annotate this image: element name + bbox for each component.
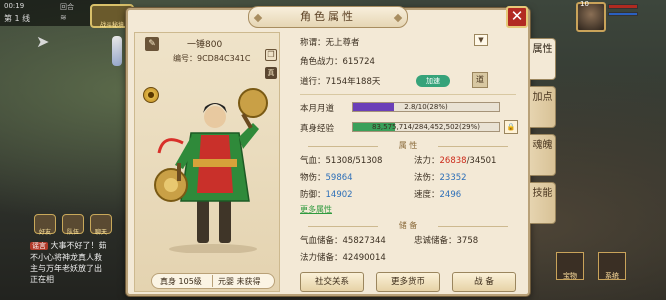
social-relations-button[interactable]: 社交关系: [300, 272, 364, 292]
def-row: 防御：14902: [300, 188, 353, 200]
monthly-progress-fill: [353, 103, 394, 111]
realm-level-bar: 真身 105级 元婴 未获得: [151, 273, 275, 289]
mp-row: 法力：26838/34501: [414, 154, 496, 166]
level-divider: [212, 275, 213, 287]
chat-line: 不小心将神龙真人救: [30, 253, 102, 262]
flag-pin-icon: [112, 36, 122, 66]
title-label: 称谓：: [300, 38, 326, 48]
chat-log[interactable]: 谣言 大事不好了！茹 不小心将神龙真人救 主与万年老妖放了出 正在相: [30, 240, 130, 285]
round-text: 回合: [60, 3, 74, 11]
copy-icon[interactable]: ❐: [265, 49, 277, 61]
friends-button[interactable]: 好友: [34, 214, 56, 236]
close-icon[interactable]: ✕: [506, 6, 528, 28]
player-level: 10: [580, 0, 589, 8]
hp-reserve-value: 45827344: [342, 236, 386, 246]
character-id: 编号：9CD84C341C: [173, 53, 250, 64]
power-row: 角色战力：615724: [300, 55, 375, 67]
chat-toolbar: 好友 队伍 聊天: [34, 214, 112, 236]
phys-atk-row: 物伤：59864: [300, 171, 353, 183]
chat-line: 大事不好了！茹: [50, 241, 107, 250]
wifi-icon: ≋: [60, 13, 67, 22]
expand-arrow-icon[interactable]: ➤: [36, 32, 49, 51]
hp-row: 气血：51308/51308: [300, 154, 382, 166]
power-label: 角色战力：: [300, 57, 343, 67]
title-value: 无上尊者: [325, 38, 360, 48]
hp-reserve-label: 气血储备：: [300, 236, 343, 246]
phys-atk-value: 59864: [325, 173, 353, 183]
tab-soul[interactable]: 魂魄: [530, 134, 556, 176]
daoxing-speedup-badge[interactable]: 加速: [416, 75, 450, 87]
id-label: 编号：: [173, 54, 197, 63]
lock-icon[interactable]: 🔒: [504, 120, 518, 134]
mp-label: 法力：: [414, 156, 440, 166]
divider: [300, 94, 516, 95]
def-value: 14902: [325, 190, 353, 200]
tab-skills[interactable]: 技能: [530, 182, 556, 224]
system-button[interactable]: 系统: [598, 252, 626, 280]
character-hero-figure: [154, 88, 268, 253]
exp-progress-text: 83,575,714/284,452,502(29%): [372, 123, 480, 131]
rumor-tag: 谣言: [30, 242, 48, 250]
def-label: 防御：: [300, 190, 326, 200]
title-dropdown-icon[interactable]: ▼: [474, 34, 488, 46]
attribute-section-title: 属 性: [292, 140, 524, 152]
mag-atk-label: 法伤：: [414, 173, 440, 183]
character-attributes-panel: 角色属性 ✎ 一锤800 编号：9CD84C341C ❐ 真 ● 真身 105级…: [126, 6, 530, 296]
player-hp-bar: [608, 4, 638, 9]
loyalty-reserve-row: 忠诚储备：3758: [414, 234, 478, 246]
mag-atk-value: 23352: [439, 173, 467, 183]
character-name: 一锤800: [187, 40, 223, 50]
more-attributes-link[interactable]: 更多属性: [300, 204, 332, 215]
title-row: 称谓：无上尊者: [300, 36, 360, 48]
monthly-progress-bar: 2.8/10(28%): [352, 102, 500, 112]
daoxing-row: 道行：7154年188天: [300, 75, 380, 87]
edit-name-button[interactable]: ✎: [145, 37, 159, 51]
panel-title: 角色属性: [248, 6, 408, 28]
phys-atk-label: 物伤：: [300, 173, 326, 183]
chat-line: 主与万年老妖放了出: [30, 264, 102, 273]
treasure-button[interactable]: 宝物: [556, 252, 584, 280]
player-mp-bar: [608, 12, 638, 16]
team-button[interactable]: 队伍: [62, 214, 84, 236]
mp-max-value: /34501: [466, 156, 497, 166]
more-currency-button[interactable]: 更多货币: [376, 272, 440, 292]
tab-attributes[interactable]: 属性: [530, 38, 556, 80]
yuanying-status: 元婴 未获得: [218, 277, 261, 286]
hp-value: 51308/51308: [325, 156, 383, 166]
tab-add-points[interactable]: 加点: [530, 86, 556, 128]
hp-reserve-row: 气血储备：45827344: [300, 234, 386, 246]
daoxing-button[interactable]: 道: [472, 72, 488, 88]
mp-reserve-label: 法力储备：: [300, 253, 343, 263]
clock-text: 00:19: [4, 2, 25, 10]
monthly-label: 本月月道: [300, 104, 335, 114]
id-value: 9CD84C341C: [197, 54, 251, 63]
power-value: 615724: [342, 57, 375, 67]
speed-row: 速度：2496: [414, 188, 461, 200]
attribute-info-area: 称谓：无上尊者 ▼ 角色战力：615724 道行：7154年188天 加速 道 …: [292, 28, 524, 292]
speed-value: 2496: [439, 190, 462, 200]
loyalty-reserve-value: 3758: [456, 236, 479, 246]
exp-label: 真身经验: [300, 124, 335, 134]
chat-button[interactable]: 聊天: [90, 214, 112, 236]
reserve-section-title: 储 备: [292, 220, 524, 232]
hp-label: 气血：: [300, 156, 326, 166]
battle-prep-button[interactable]: 战 备: [452, 272, 516, 292]
mp-reserve-value: 42490014: [342, 253, 386, 263]
mp-reserve-row: 法力储备：42490014: [300, 251, 386, 263]
daoxing-label: 道行：: [300, 77, 326, 87]
character-portrait-area: ✎ 一锤800 编号：9CD84C341C ❐ 真 ● 真身 105级 元婴 未…: [134, 32, 280, 292]
loyalty-reserve-label: 忠诚储备：: [414, 236, 457, 246]
server-line-text[interactable]: 第 1 线: [4, 13, 30, 24]
chat-line: 正在相: [30, 275, 54, 284]
mp-current-value: 26838: [439, 156, 467, 166]
exp-progress-bar: 83,575,714/284,452,502(29%): [352, 122, 500, 132]
true-body-level: 真身 105级: [160, 277, 202, 286]
speed-label: 速度：: [414, 190, 440, 200]
monthly-progress-text: 2.8/10(28%): [404, 103, 448, 111]
daoxing-value: 7154年188天: [325, 77, 381, 87]
mag-atk-row: 法伤：23352: [414, 171, 467, 183]
